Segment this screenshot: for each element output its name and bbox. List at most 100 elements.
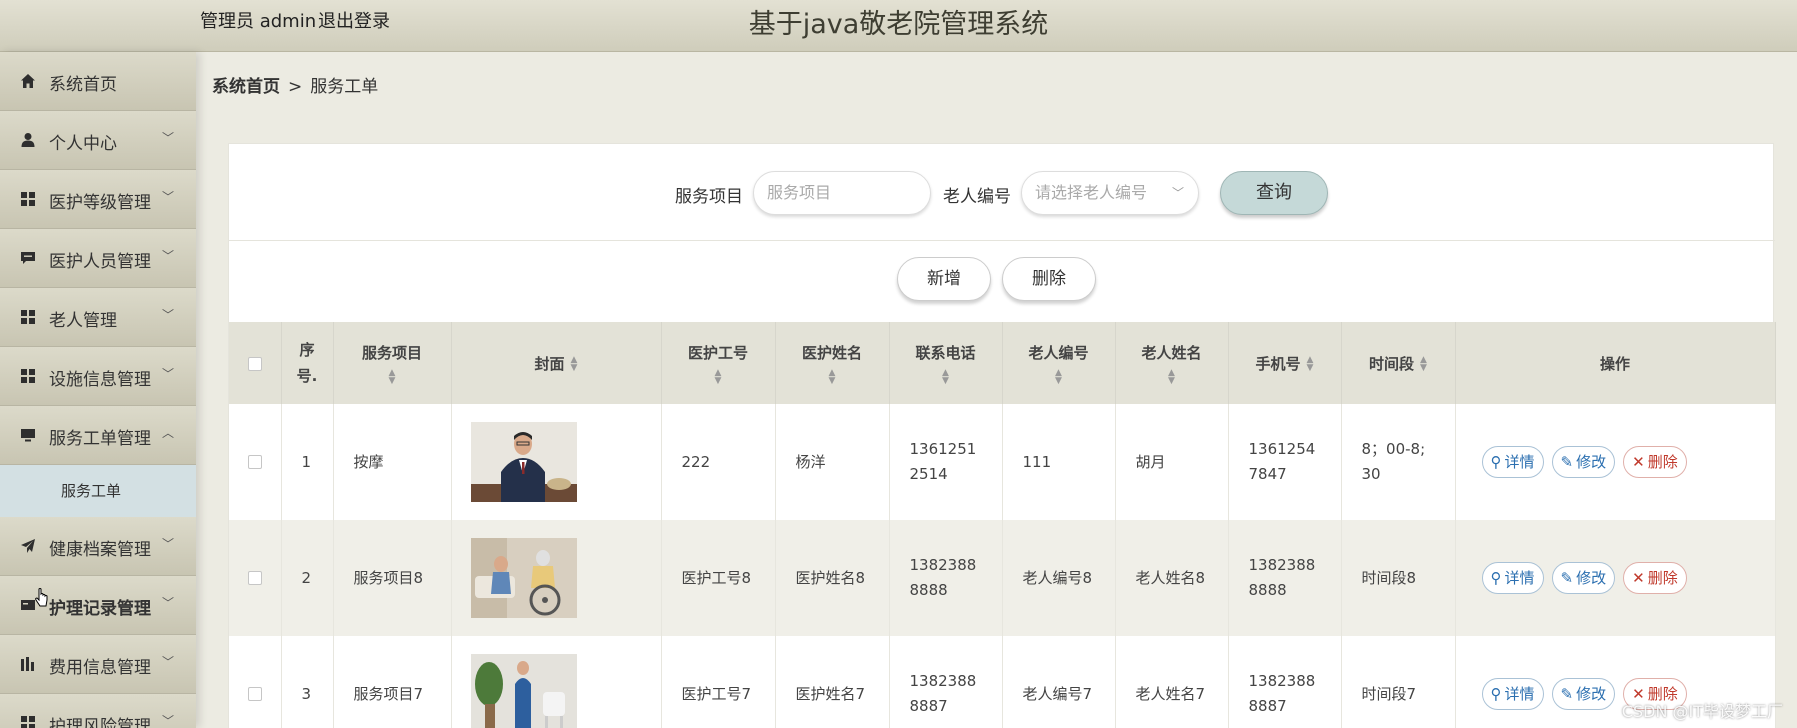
detail-button[interactable]: ⚲ 详情: [1481, 562, 1544, 594]
header-elder-name[interactable]: 老人姓名 ▲ ▼: [1115, 322, 1229, 404]
cell-cover: [451, 404, 662, 520]
sort-icon: ▲ ▼: [570, 355, 578, 373]
cell-contact: 13612512514: [889, 404, 1003, 520]
cell-staff-name: 杨洋: [775, 404, 890, 520]
chevron-down-icon: ﹀: [162, 190, 175, 204]
sidebar-item-care-level[interactable]: 医护等级管理 ﹀: [0, 170, 196, 229]
sidebar-item-elder[interactable]: 老人管理 ﹀: [0, 288, 196, 347]
add-button[interactable]: 新增: [897, 257, 991, 301]
cell-index: 1: [281, 404, 334, 520]
cell-elder-name: 老人姓名8: [1115, 520, 1229, 636]
mouse-cursor-icon: [35, 588, 48, 607]
select-all-checkbox[interactable]: [247, 356, 262, 371]
grid-icon: [19, 714, 37, 728]
system-title: 基于java敬老院管理系统: [748, 9, 1049, 40]
sidebar-item-risk[interactable]: 护理风险管理 ﹀: [0, 694, 196, 728]
search-icon: ⚲: [1490, 452, 1502, 471]
chevron-down-icon: ﹀: [162, 249, 175, 263]
chevron-down-icon: ﹀: [162, 308, 175, 322]
detail-label: 详情: [1504, 568, 1535, 587]
watermark: CSDN @IT毕设梦工厂: [1621, 702, 1783, 721]
sidebar-item-home[interactable]: 系统首页: [0, 52, 196, 111]
header-index-label: 序号.: [296, 341, 318, 385]
sidebar-subitem-service-order[interactable]: 服务工单: [0, 465, 196, 517]
detail-button[interactable]: ⚲ 详情: [1481, 446, 1544, 478]
sidebar-item-health-record[interactable]: 健康档案管理 ﹀: [0, 517, 196, 576]
contact-text: 13823888888: [909, 556, 977, 599]
sort-icon: ▲ ▼: [942, 367, 949, 386]
close-icon: ✕: [1632, 452, 1645, 471]
cover-image-man-in-suit: [470, 422, 577, 502]
pencil-icon: ✎: [1560, 452, 1574, 471]
edit-button[interactable]: ✎ 修改: [1551, 446, 1616, 478]
grid-icon: [19, 367, 37, 385]
cell-phone: 13823888887: [1228, 636, 1342, 728]
sidebar-item-label: 老人管理: [49, 311, 117, 331]
edit-button[interactable]: ✎ 修改: [1551, 562, 1616, 594]
header-staff-name-label: 医护姓名: [801, 343, 862, 362]
sidebar-item-facility[interactable]: 设施信息管理 ﹀: [0, 347, 196, 406]
search-icon: ⚲: [1490, 684, 1502, 703]
delete-button[interactable]: ✕ 删除: [1623, 446, 1687, 478]
elder-no-select[interactable]: 请选择老人编号 ﹀: [1021, 171, 1199, 215]
sidebar-item-label: 护理记录管理: [49, 599, 151, 619]
cell-elder-no: 老人编号7: [1002, 636, 1116, 728]
cell-project: 服务项目8: [333, 520, 452, 636]
batch-delete-button[interactable]: 删除: [1002, 257, 1096, 301]
header-elder-no[interactable]: 老人编号 ▲ ▼: [1002, 322, 1116, 404]
cell-index: 3: [281, 636, 334, 728]
cell-elder-name: 胡月: [1115, 404, 1229, 520]
project-label: 服务项目: [675, 187, 743, 207]
edit-label: 修改: [1576, 568, 1607, 587]
project-search-input[interactable]: 服务项目: [753, 171, 931, 215]
search-bar: 服务项目 服务项目 老人编号 请选择老人编号 ﹀ 查询: [229, 144, 1775, 241]
row-checkbox[interactable]: [247, 455, 262, 469]
header-staff-no[interactable]: 医护工号 ▲ ▼: [661, 322, 776, 404]
breadcrumb-home[interactable]: 系统首页: [212, 77, 280, 97]
header-project[interactable]: 服务项目 ▲ ▼: [333, 322, 452, 404]
period-text: 时间段7: [1361, 684, 1417, 703]
header-cover-label: 封面: [534, 354, 565, 373]
send-icon: [19, 537, 37, 555]
elder-no-placeholder: 请选择老人编号: [1035, 183, 1148, 202]
header-contact-label: 联系电话: [915, 343, 976, 362]
header-contact[interactable]: 联系电话 ▲ ▼: [889, 322, 1003, 404]
chevron-down-icon: ﹀: [1171, 186, 1184, 200]
sidebar-item-fee[interactable]: 费用信息管理 ﹀: [0, 635, 196, 694]
header-cover[interactable]: 封面 ▲ ▼: [451, 322, 662, 404]
sidebar-item-label: 护理风险管理: [49, 717, 151, 728]
query-button[interactable]: 查询: [1220, 171, 1328, 215]
cell-phone: 13823888888: [1228, 520, 1342, 636]
cell-period: 时间段8: [1341, 520, 1456, 636]
detail-button[interactable]: ⚲ 详情: [1481, 678, 1544, 710]
pencil-icon: ✎: [1560, 568, 1574, 587]
sidebar-item-label: 服务工单管理: [49, 429, 151, 449]
sidebar-item-nursing-record[interactable]: 护理记录管理 ﹀: [0, 576, 196, 635]
header-period[interactable]: 时间段 ▲ ▼: [1341, 322, 1456, 404]
header-staff-name[interactable]: 医护姓名 ▲ ▼: [775, 322, 890, 404]
contact-text: 13823888887: [909, 672, 977, 715]
cell-ops: ⚲ 详情 ✎ 修改 ✕ 删除: [1455, 520, 1776, 636]
sidebar-item-service-order[interactable]: 服务工单管理 ︿: [0, 406, 196, 465]
chevron-down-icon: ﹀: [162, 367, 175, 381]
header-phone[interactable]: 手机号 ▲ ▼: [1228, 322, 1342, 404]
header-project-label: 服务项目: [361, 343, 422, 362]
monitor-icon: [19, 426, 37, 444]
delete-label: 删除: [1647, 452, 1678, 471]
chat-icon: [19, 249, 37, 267]
row-checkbox[interactable]: [247, 571, 262, 585]
cell-project: 按摩: [333, 404, 452, 520]
cell-staff-name: 医护姓名7: [775, 636, 890, 728]
sidebar-item-profile[interactable]: 个人中心 ﹀: [0, 111, 196, 170]
chevron-down-icon: ﹀: [162, 714, 175, 728]
main-panel: 服务项目 服务项目 老人编号 请选择老人编号 ﹀ 查询 新增 删除 序号. 服务…: [228, 143, 1776, 728]
edit-label: 修改: [1576, 684, 1607, 703]
edit-button[interactable]: ✎ 修改: [1551, 678, 1616, 710]
phone-text: 13823888888: [1248, 556, 1316, 599]
cover-image-cleaning: [470, 654, 577, 728]
period-text: 时间段8: [1361, 568, 1417, 587]
delete-label: 删除: [1647, 568, 1678, 587]
delete-button[interactable]: ✕ 删除: [1623, 562, 1687, 594]
sidebar-item-staff[interactable]: 医护人员管理 ﹀: [0, 229, 196, 288]
row-checkbox[interactable]: [247, 687, 262, 701]
